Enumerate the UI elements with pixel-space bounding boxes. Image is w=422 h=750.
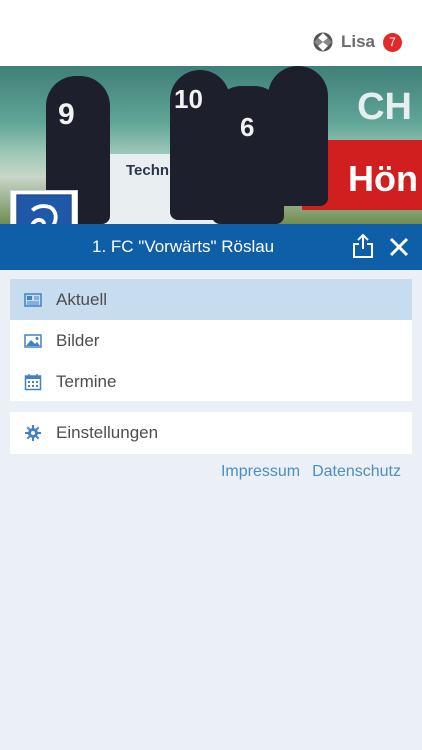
- datenschutz-link[interactable]: Datenschutz: [312, 463, 401, 481]
- impressum-link[interactable]: Impressum: [221, 463, 300, 481]
- close-icon[interactable]: [388, 236, 410, 258]
- image-icon: [24, 333, 42, 348]
- jersey-number: 10: [174, 84, 203, 114]
- user-account[interactable]: Lisa 7: [313, 32, 402, 52]
- menu-item-aktuell[interactable]: Aktuell: [10, 279, 412, 320]
- top-bar: Lisa 7: [0, 0, 422, 66]
- user-name[interactable]: Lisa: [341, 32, 375, 52]
- menu-item-label: Aktuell: [56, 289, 108, 309]
- club-logo-icon: [313, 32, 333, 52]
- menu-item-einstellungen[interactable]: Einstellungen: [10, 412, 412, 453]
- jersey-number: 6: [240, 112, 255, 142]
- footer-links: Impressum Datenschutz: [221, 463, 401, 481]
- club-header: 1. FC "Vorwärts" Röslau: [0, 224, 422, 270]
- jersey-number: 9: [58, 98, 75, 131]
- club-title: 1. FC "Vorwärts" Röslau: [92, 237, 275, 256]
- brand-banner-text: Hön: [348, 158, 418, 199]
- background-banner-text: CH: [357, 86, 412, 128]
- newspaper-icon: [24, 292, 42, 307]
- menu-item-label: Bilder: [56, 330, 100, 350]
- menu-item-label: Termine: [56, 371, 117, 391]
- gear-icon: [25, 424, 41, 441]
- notification-badge[interactable]: 7: [383, 32, 402, 52]
- settings-menu: Einstellungen: [10, 412, 412, 454]
- calendar-icon: [24, 373, 42, 390]
- menu-item-bilder[interactable]: Bilder: [10, 320, 412, 361]
- main-menu: Aktuell Bilder Termine: [10, 279, 412, 401]
- menu-item-label: Einstellungen: [56, 422, 159, 442]
- menu-item-termine[interactable]: Termine: [10, 361, 412, 402]
- share-icon[interactable]: [352, 233, 374, 259]
- player: [268, 66, 328, 206]
